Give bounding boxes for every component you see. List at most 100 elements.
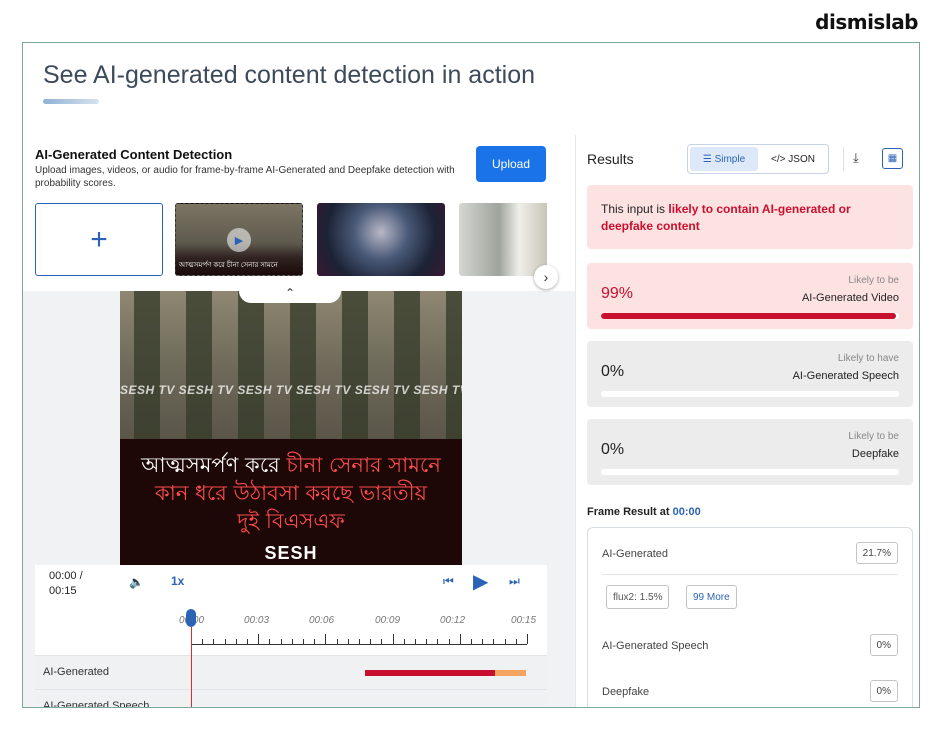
score-percent: 0%	[601, 441, 625, 458]
verdict-banner: This input is likely to contain AI-gener…	[587, 185, 913, 249]
score-bar	[601, 391, 899, 397]
toolbar-separator	[843, 147, 844, 171]
frame-row-label: AI-Generated Speech	[602, 640, 709, 652]
layout-icon[interactable]: ▦	[882, 148, 903, 169]
frame-row-divider	[602, 574, 898, 575]
score-percent: 99%	[601, 285, 634, 302]
track-label: AI-Generated Speech	[43, 700, 150, 708]
caption-line1-b: চীনা সেনার সামনে	[286, 453, 441, 477]
upload-button[interactable]: Upload	[476, 146, 546, 182]
panel-divider	[575, 135, 576, 707]
brand-logo: dismislab	[815, 10, 918, 34]
caption-line1-a: আত্মসমর্পণ করে	[141, 453, 287, 477]
frame-row-label: Deepfake	[602, 686, 650, 698]
chevron-up-icon: ⌃	[284, 286, 296, 300]
frame-result-heading: Frame Result at 00:00	[587, 506, 701, 518]
tick-label: 00:03	[244, 615, 270, 626]
frame-result-time[interactable]: 00:00	[673, 506, 701, 518]
ruler-tick	[459, 634, 461, 644]
ruler-tick	[224, 639, 226, 644]
ruler-tick	[426, 639, 428, 644]
ruler-tick	[493, 639, 495, 644]
ruler-tick	[381, 639, 383, 644]
ruler-tick	[482, 639, 484, 644]
playhead-handle[interactable]	[186, 609, 196, 627]
ruler-tick	[527, 634, 528, 644]
ruler-tick	[415, 639, 416, 644]
results-title: Results	[587, 151, 634, 167]
current-time: 00:00 /	[49, 570, 83, 582]
ruler-tick	[336, 639, 338, 644]
title-underline	[43, 99, 99, 104]
score-bar	[601, 469, 899, 475]
ruler-tick	[437, 639, 439, 644]
toggle-simple[interactable]: ☰ Simple	[690, 147, 758, 171]
demo-frame: See AI-generated content detection in ac…	[22, 42, 920, 708]
model-chip: flux2: 1.5%	[606, 585, 670, 609]
toggle-simple-label: Simple	[714, 153, 746, 165]
ruler-tick	[280, 639, 282, 644]
ruler-tick	[247, 639, 248, 644]
ruler-tick	[403, 639, 405, 644]
score-bar-fill	[601, 313, 897, 319]
video-watermark: SESH TV SESH TV SESH TV SESH TV SESH TV …	[120, 383, 462, 397]
ruler-tick	[258, 634, 260, 644]
frame-result-box: AI-Generated 21.7% flux2: 1.5% 99 More A…	[587, 527, 913, 707]
ruler-tick	[392, 634, 394, 644]
frame-row-value: 0%	[869, 680, 898, 702]
track-row-ai-speech: AI-Generated Speech	[35, 689, 547, 708]
score-bar	[601, 313, 899, 319]
ruler-tick	[314, 639, 316, 644]
ruler-tick	[471, 639, 472, 644]
total-duration: 00:15	[49, 585, 77, 597]
detection-title: AI-Generated Content Detection	[35, 147, 233, 162]
thumbnail-caption: আত্মসমর্পণ করে চীনা সেনার সামনে	[179, 262, 278, 269]
score-likely: Likely to be	[848, 431, 899, 442]
volume-icon[interactable]: 🔈	[129, 575, 144, 589]
more-models-button[interactable]: 99 More	[686, 585, 737, 609]
video-preview[interactable]: SESH TV SESH TV SESH TV SESH TV SESH TV …	[120, 291, 462, 565]
collapse-thumbnails-button[interactable]: ⌃	[239, 283, 341, 303]
score-likely: Likely to be	[848, 275, 899, 286]
timeline[interactable]: 00:00 00:03 00:06 00:09 00:12 00:15	[35, 609, 547, 655]
toggle-json[interactable]: </> JSON	[760, 147, 826, 171]
next-thumbnails-button[interactable]: ›	[534, 265, 558, 289]
ruler-tick	[213, 639, 215, 644]
media-thumbnails: + ▶ আত্মসমর্পণ করে চীনা সেনার সামনে	[35, 203, 547, 277]
player-controls: 00:00 / 00:15 🔈 1x ⏮ ▶ ⏭	[35, 565, 547, 609]
detection-segment-high[interactable]	[365, 670, 495, 676]
ruler-tick	[504, 639, 506, 644]
score-label: AI-Generated Video	[801, 292, 899, 304]
plus-icon: +	[90, 222, 108, 256]
ruler-tick	[359, 639, 360, 644]
timeline-ruler	[191, 634, 528, 645]
skip-forward-icon[interactable]: ⏭	[509, 574, 520, 589]
caption-line2: কান ধরে উঠাবসা করছে ভারতীয়	[155, 481, 427, 505]
detection-panel: AI-Generated Content Detection Upload im…	[23, 135, 575, 708]
ruler-tick	[370, 639, 372, 644]
score-label: AI-Generated Speech	[792, 370, 899, 382]
detection-header: AI-Generated Content Detection Upload im…	[23, 135, 575, 291]
ruler-tick	[291, 639, 293, 644]
track-label: AI-Generated	[43, 666, 110, 678]
download-icon[interactable]: ⤓	[853, 150, 859, 166]
play-icon[interactable]: ▶	[473, 569, 488, 594]
ruler-tick	[448, 639, 450, 644]
playback-speed-button[interactable]: 1x	[171, 574, 184, 588]
ruler-tick	[515, 639, 517, 644]
thumbnail-image-portrait[interactable]	[317, 203, 445, 276]
frame-row-value: 0%	[869, 634, 898, 656]
detection-segment-medium[interactable]	[495, 670, 526, 676]
score-card-ai-video: 99% Likely to be AI-Generated Video	[587, 263, 913, 329]
view-toggle: ☰ Simple </> JSON	[687, 144, 829, 174]
track-row-ai-generated: AI-Generated	[35, 655, 547, 689]
caption-line3: দুই বিএসএফ	[237, 509, 345, 533]
score-percent: 0%	[601, 363, 625, 380]
score-label: Deepfake	[851, 448, 899, 460]
thumbnail-image-interior[interactable]	[459, 203, 547, 276]
add-media-button[interactable]: +	[35, 203, 163, 276]
page-title: See AI-generated content detection in ac…	[43, 61, 536, 89]
skip-back-icon[interactable]: ⏮	[443, 574, 454, 589]
playhead-line	[191, 627, 192, 707]
thumbnail-video-selected[interactable]: ▶ আত্মসমর্পণ করে চীনা সেনার সামনে	[175, 203, 303, 276]
